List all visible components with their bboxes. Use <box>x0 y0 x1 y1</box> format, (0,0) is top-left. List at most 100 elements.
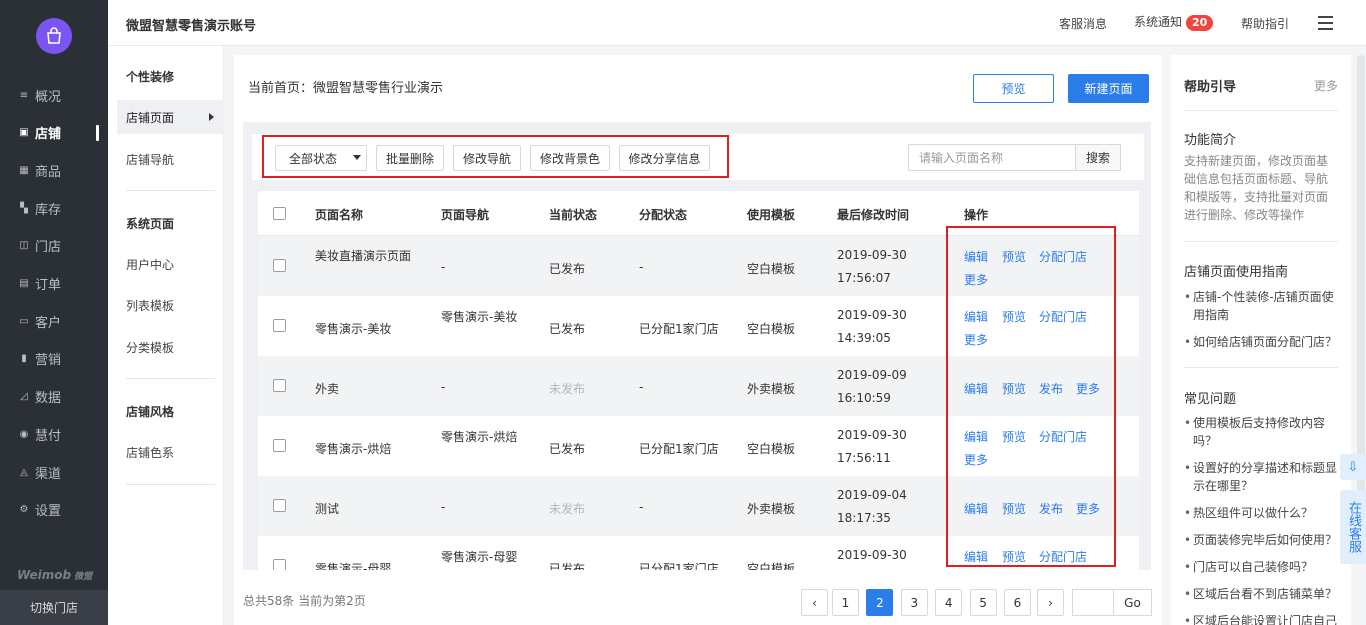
sidebar-item-customer[interactable]: ▭ 客户 <box>0 306 108 336</box>
pay-icon: ◉ <box>19 428 29 440</box>
template-cell: 外卖模板 <box>747 382 796 396</box>
faq-link[interactable]: 页面装修完毕后如何使用？ <box>1184 531 1338 549</box>
go-button[interactable]: Go <box>1113 589 1152 616</box>
faq-link[interactable]: 门店可以自己装修吗？ <box>1184 558 1338 576</box>
template-cell: 空白模板 <box>747 262 796 276</box>
modified-time-cell: 16:10:59 <box>837 391 891 405</box>
divider <box>126 378 215 379</box>
sidebar-item-overview[interactable]: ≡ 概况 <box>0 80 108 110</box>
shopping-bag-icon <box>47 27 61 44</box>
online-service-button[interactable]: 在线客服 <box>1340 490 1366 564</box>
row-checkbox[interactable] <box>273 259 286 272</box>
order-icon: ▤ <box>19 278 29 289</box>
main-content: 当前首页：微盟智慧零售行业演示 预览 新建页面 全部状态 批量删除 修改导航 修… <box>234 55 1162 625</box>
prev-page-button[interactable]: ‹ <box>801 589 828 616</box>
sidebar-item-settings[interactable]: ⚙ 设置 <box>0 495 108 525</box>
row-checkbox[interactable] <box>273 379 286 392</box>
modified-date-cell: 2019-09-04 <box>837 488 907 502</box>
divider <box>1184 367 1338 368</box>
guide-link[interactable]: 如何给店铺页面分配门店？ <box>1184 333 1338 351</box>
sidebar-item-label: 慧付 <box>35 428 62 444</box>
subnav-group-style: 店铺风格 <box>126 405 175 419</box>
faq-title: 常见问题 <box>1184 392 1237 407</box>
search-button[interactable]: 搜索 <box>1075 144 1121 171</box>
col-status: 当前状态 <box>549 208 598 222</box>
sidebar-item-channel[interactable]: ◬ 渠道 <box>0 457 108 487</box>
col-template: 使用模板 <box>747 208 796 222</box>
sidebar-item-goods[interactable]: ▦ 商品 <box>0 155 108 185</box>
sidebar-item-order[interactable]: ▤ 订单 <box>0 269 108 299</box>
sidebar-item-inventory[interactable]: ▚ 库存 <box>0 193 108 223</box>
col-actions: 操作 <box>964 208 989 222</box>
subnav-item-label: 店铺页面 <box>126 110 175 125</box>
sidebar-item-label: 概况 <box>35 89 62 105</box>
sidebar-item-data[interactable]: ◿ 数据 <box>0 382 108 412</box>
page-button[interactable]: 1 <box>832 589 859 616</box>
system-notice-label: 系统通知 <box>1134 15 1183 29</box>
row-checkbox[interactable] <box>273 439 286 452</box>
app-logo[interactable] <box>36 18 72 54</box>
faq-link[interactable]: 热区组件可以做什么？ <box>1184 504 1338 522</box>
sidebar-item-label: 设置 <box>35 504 62 520</box>
sidebar-item-label: 渠道 <box>35 466 62 482</box>
sidebar-item-pay[interactable]: ◉ 慧付 <box>0 419 108 449</box>
modified-date-cell: 2019-09-09 <box>837 368 907 382</box>
next-page-button[interactable]: › <box>1037 589 1064 616</box>
page-button[interactable]: 4 <box>935 589 963 616</box>
page-nav-cell: 零售演示-母婴 <box>441 550 518 564</box>
sidebar-item-marketing[interactable]: ▮ 营销 <box>0 344 108 374</box>
row-checkbox[interactable] <box>273 499 286 512</box>
pagination-bar: 总共58条 当前为第2页 ‹ › Go 123456 <box>234 570 1162 625</box>
top-bar: 微盟智慧零售演示账号 客服消息 系统通知 20 帮助指引 <box>108 0 1366 46</box>
guide-link[interactable]: 店铺-个性装修-店铺页面使用指南 <box>1184 288 1338 324</box>
assign-cell: 已分配1家门店 <box>639 442 719 456</box>
page-name-cell: 美妆直播演示页面 <box>315 249 412 263</box>
status-cell: 已发布 <box>549 262 586 276</box>
preview-button[interactable]: 预览 <box>973 74 1054 103</box>
subnav-item-shop-nav[interactable]: 店铺导航 <box>117 142 224 176</box>
sidebar-item-label: 营销 <box>35 353 62 369</box>
page-button[interactable]: 5 <box>969 589 997 616</box>
shop-icon: ▣ <box>19 127 29 139</box>
help-title: 帮助引导 <box>1184 80 1237 95</box>
main-sidebar: ≡ 概况 ▣ 店铺 ▦ 商品 ▚ 库存 ◫ 门店 ▤ 订单 ▭ 客户 ▮ 营销 ◿ 数据 ◉ 慧付 ◬ 渠道 ⚙ 设置 Wei… <box>0 0 108 625</box>
subnav-item-list-template[interactable]: 列表模板 <box>117 288 224 322</box>
go-page-input[interactable] <box>1072 589 1114 616</box>
help-more-link[interactable]: 更多 <box>1314 77 1338 94</box>
page-nav-cell: - <box>441 380 446 394</box>
system-notice-link[interactable]: 系统通知 20 <box>1134 13 1214 31</box>
subnav-item-user-center[interactable]: 用户中心 <box>117 247 224 281</box>
assign-cell: - <box>639 260 644 274</box>
hamburger-menu-icon[interactable] <box>1318 16 1333 30</box>
row-checkbox[interactable] <box>273 319 286 332</box>
page-button[interactable]: 2 <box>866 589 894 616</box>
sidebar-item-store[interactable]: ◫ 门店 <box>0 231 108 261</box>
subnav-item-shop-page[interactable]: 店铺页面 <box>117 100 224 134</box>
help-guide-link[interactable]: 帮助指引 <box>1241 15 1289 32</box>
page-nav-cell: - <box>441 260 446 274</box>
new-page-button[interactable]: 新建页面 <box>1068 74 1149 103</box>
data-icon: ◿ <box>20 391 28 403</box>
sidebar-item-shop[interactable]: ▣ 店铺 <box>0 118 108 148</box>
modified-time-cell: 14:39:05 <box>837 331 891 345</box>
switch-store-button[interactable]: 切换门店 <box>0 590 108 625</box>
modified-time-cell: 17:56:11 <box>837 451 891 465</box>
settings-icon: ⚙ <box>19 504 29 516</box>
faq-link[interactable]: 使用模板后支持修改内容吗？ <box>1184 414 1338 450</box>
intro-text: 支持新建页面，修改页面基础信息包括页面标题、导航和模版等，支持批量对页面进行删除… <box>1184 154 1329 222</box>
faq-link[interactable]: 设置好的分享描述和标题显示在哪里？ <box>1184 459 1338 495</box>
faq-link[interactable]: 区域后台看不到店铺菜单？ <box>1184 585 1338 603</box>
page-name-search-input[interactable] <box>908 144 1076 171</box>
channel-icon: ◬ <box>20 466 28 478</box>
subnav-item-shop-color[interactable]: 店铺色系 <box>117 435 224 469</box>
page-button[interactable]: 3 <box>900 589 928 616</box>
page-button[interactable]: 6 <box>1004 589 1031 616</box>
help-scrollbar[interactable] <box>1357 55 1365 505</box>
subnav-item-category-template[interactable]: 分类模板 <box>117 330 224 364</box>
sidebar-item-label: 库存 <box>35 202 62 218</box>
total-count-label: 总共58条 当前为第2页 <box>243 594 366 608</box>
service-message-link[interactable]: 客服消息 <box>1059 15 1107 32</box>
select-all-checkbox[interactable] <box>273 207 286 220</box>
faq-link[interactable]: 区域后台能设置让门店自己 <box>1184 612 1338 625</box>
download-icon[interactable]: ⇩ <box>1340 454 1366 480</box>
